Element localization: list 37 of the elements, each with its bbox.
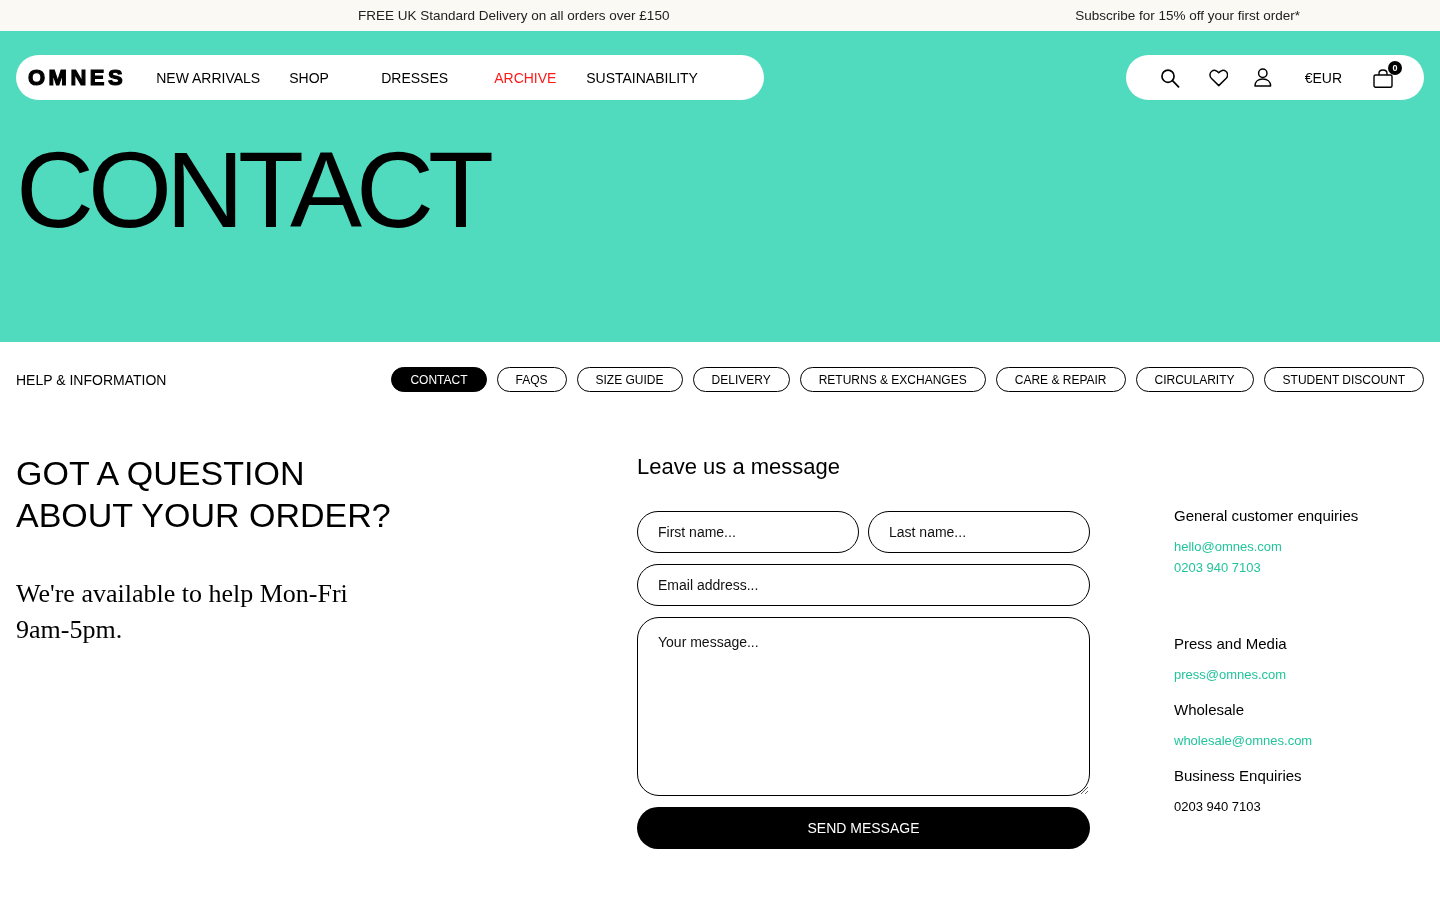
send-message-button[interactable]: SEND MESSAGE (637, 807, 1090, 849)
contact-text: 0203 940 7103 (1174, 799, 1261, 814)
help-tab[interactable]: SIZE GUIDE (576, 367, 683, 392)
email-field[interactable]: Email address... (637, 564, 1090, 606)
announcement-text: Subscribe for 15% off your first order* (1075, 8, 1300, 23)
message-field[interactable]: Your message... (637, 617, 1090, 796)
contact-heading: General customer enquiries (1174, 506, 1360, 526)
site-logo[interactable]: OMNES (28, 66, 127, 89)
help-tab[interactable]: STUDENT DISCOUNT (1263, 367, 1424, 392)
user-icon[interactable] (1254, 68, 1272, 87)
first-name-field[interactable]: First name... (637, 511, 859, 553)
page-title: CONTACT (16, 136, 488, 244)
help-tab[interactable]: CIRCULARITY (1135, 367, 1254, 392)
shopping-bag-icon[interactable] (1373, 69, 1393, 88)
currency-selector[interactable]: €EUR (1304, 69, 1342, 86)
help-tab[interactable]: CARE & REPAIR (995, 367, 1126, 392)
nav-link[interactable]: NEW ARRIVALS (156, 69, 290, 86)
nav-link[interactable]: ARCHIVE (494, 69, 587, 86)
form-heading: Leave us a message (637, 453, 842, 481)
help-tab[interactable]: DELIVERY (692, 367, 790, 392)
announcement-text: FREE UK Standard Delivery on all orders over £150 (358, 8, 670, 23)
contact-heading: Wholesale (1174, 700, 1246, 720)
section-label: HELP & INFORMATION (16, 371, 167, 388)
availability-text: We're available to help Mon-Fri 9am-5pm. (16, 578, 349, 646)
nav-link[interactable]: SHOP (289, 69, 382, 86)
contact-heading: Press and Media (1174, 634, 1288, 654)
cart-count-badge: 0 (1388, 61, 1402, 75)
help-tab[interactable]: FAQS (496, 367, 567, 392)
nav-link[interactable]: DRESSES (381, 69, 495, 86)
contact-heading: Business Enquiries (1174, 766, 1303, 786)
intro-heading: GOT A QUESTION ABOUT YOUR ORDER? (16, 453, 392, 536)
search-icon[interactable] (1160, 67, 1180, 88)
last-name-field[interactable]: Last name... (868, 511, 1090, 553)
help-tab[interactable]: CONTACT (391, 367, 487, 392)
nav-link[interactable]: SUSTAINABILITY (586, 69, 698, 86)
heart-icon[interactable] (1208, 68, 1229, 87)
help-tab[interactable]: RETURNS & EXCHANGES (799, 367, 986, 392)
